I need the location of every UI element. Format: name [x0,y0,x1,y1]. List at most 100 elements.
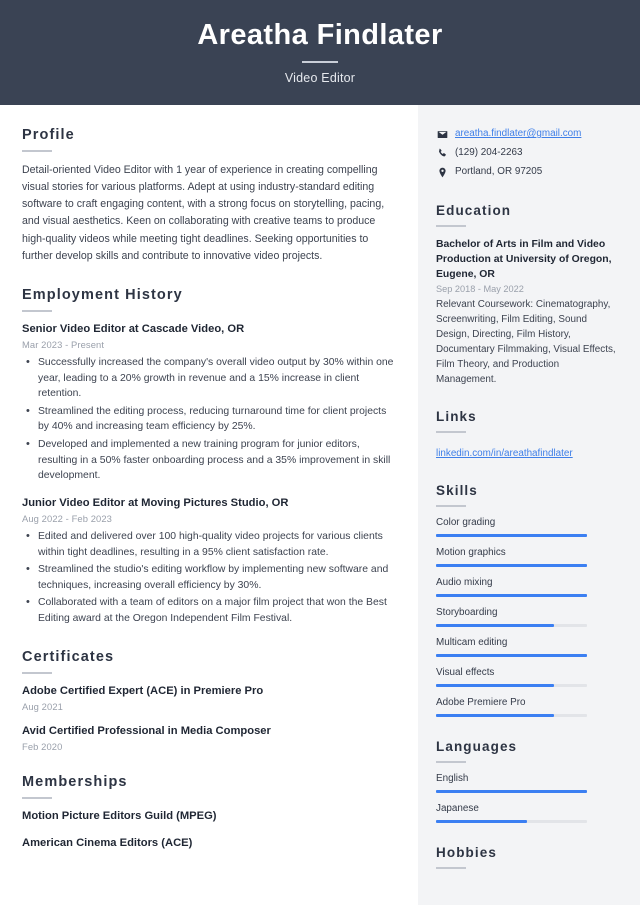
coursework-text: Relevant Coursework: Cinematography, Scr… [436,298,616,386]
skill-bar-fill [436,624,554,628]
certificate-date: Aug 2021 [22,700,63,712]
section-links: Links linkedin.com/in/areathafindlater [436,409,620,461]
language-bar-fill [436,790,587,794]
skill-item: Motion graphics [436,547,620,568]
certificate-entry: Avid Certified Professional in Media Com… [22,724,396,752]
section-heading-skills: Skills [436,483,478,499]
skill-label: Adobe Premiere Pro [436,697,526,709]
section-rule [22,671,52,674]
section-employment-history: Employment History Senior Video Editor a… [22,287,396,627]
skill-item: Multicam editing [436,637,620,658]
resume-page: Areatha Findlater Video Editor Profile D… [0,0,640,905]
skill-item: Audio mixing [436,577,620,598]
envelope-icon [436,127,448,140]
skill-bar-fill [436,654,587,658]
profile-text: Detail-oriented Video Editor with 1 year… [22,164,385,262]
sidebar-column: areatha.findlater@gmail.com (129) 204-22… [418,105,640,905]
certificate-title: Adobe Certified Expert (ACE) in Premiere… [22,684,264,697]
section-heading-profile: Profile [22,127,75,143]
job-title: Senior Video Editor at Cascade Video, OR [22,322,245,335]
section-memberships: Memberships Motion Picture Editors Guild… [22,774,396,851]
employment-entry: Junior Video Editor at Moving Pictures S… [22,496,396,627]
skill-item: Adobe Premiere Pro [436,697,620,718]
email-link[interactable]: areatha.findlater@gmail.com [455,127,581,141]
section-rule [436,224,466,227]
membership-entry: American Cinema Editors (ACE) [22,836,396,851]
skill-item: Visual effects [436,667,620,688]
section-hobbies: Hobbies [436,845,620,870]
job-bullet: Edited and delivered over 100 high-quali… [22,528,396,560]
language-bar-fill [436,820,527,824]
section-rule [436,867,466,870]
section-skills: Skills Color grading Motion graphics Aud… [436,483,620,718]
section-heading-certificates: Certificates [22,648,115,665]
section-heading-education: Education [436,202,512,218]
section-rule [22,150,52,152]
section-languages: Languages English Japanese [436,739,620,824]
language-label: English [436,773,469,785]
language-bar-track [436,790,587,794]
job-bullet: Developed and implemented a new training… [22,436,396,484]
skill-bar-fill [436,714,554,718]
resume-body: Profile Detail-oriented Video Editor wit… [0,105,640,905]
job-bullet-list: Edited and delivered over 100 high-quali… [22,528,396,627]
skill-label: Storyboarding [436,607,498,619]
degree-title: Bachelor of Arts in Film and Video Produ… [436,238,612,280]
language-item: English [436,773,620,794]
candidate-name: Areatha Findlater [197,19,443,52]
linkedin-link[interactable]: linkedin.com/in/areathafindlater [436,447,573,461]
skill-bar-track [436,654,587,658]
skill-bar-track [436,714,587,718]
skill-label: Multicam editing [436,637,508,649]
membership-title: Motion Picture Editors Guild (MPEG) [22,809,217,822]
language-bar-track [436,820,587,824]
skill-bar-track [436,564,587,568]
contact-row-phone: (129) 204-2263 [436,146,620,160]
job-bullet-list: Successfully increased the company's ove… [22,354,396,484]
degree-date: Sep 2018 - May 2022 [436,283,524,294]
section-heading-languages: Languages [436,739,518,755]
language-label: Japanese [436,803,479,815]
section-heading-memberships: Memberships [22,773,128,790]
contact-row-email: areatha.findlater@gmail.com [436,127,620,141]
section-heading-hobbies: Hobbies [436,845,497,861]
skill-label: Motion graphics [436,547,506,559]
main-column: Profile Detail-oriented Video Editor wit… [0,105,418,905]
language-item: Japanese [436,803,620,824]
section-heading-employment: Employment History [22,286,183,303]
section-certificates: Certificates Adobe Certified Expert (ACE… [22,649,396,752]
certificate-date: Feb 2020 [22,740,63,752]
phone-number: (129) 204-2263 [455,146,523,158]
candidate-job-title: Video Editor [284,70,356,85]
skill-bar-fill [436,534,587,538]
membership-title: American Cinema Editors (ACE) [22,837,193,850]
job-bullet: Streamlined the editing process, reducin… [22,403,396,435]
skill-label: Audio mixing [436,577,493,589]
contact-details: areatha.findlater@gmail.com (129) 204-22… [436,127,620,179]
skill-label: Color grading [436,517,496,529]
job-bullet: Successfully increased the company's ove… [22,354,396,402]
job-date: Mar 2023 - Present [22,339,105,351]
location-pin-icon [436,165,448,178]
job-date: Aug 2022 - Feb 2023 [22,513,112,525]
location-text: Portland, OR 97205 [455,165,543,177]
header-divider [302,61,338,63]
section-education: Education Bachelor of Arts in Film and V… [436,203,620,388]
certificate-title: Avid Certified Professional in Media Com… [22,724,271,737]
employment-entry: Senior Video Editor at Cascade Video, OR… [22,322,396,484]
skill-label: Visual effects [436,667,495,679]
skill-bar-fill [436,684,554,688]
section-rule [436,431,466,434]
job-title: Junior Video Editor at Moving Pictures S… [22,496,289,509]
section-profile: Profile Detail-oriented Video Editor wit… [22,127,396,265]
section-rule [22,796,52,799]
phone-icon [436,146,448,159]
certificate-entry: Adobe Certified Expert (ACE) in Premiere… [22,684,396,712]
job-bullet: Streamlined the studio's editing workflo… [22,561,396,593]
skill-bar-track [436,594,587,598]
section-rule [436,505,466,508]
skill-bar-fill [436,594,587,598]
skill-item: Color grading [436,517,620,538]
contact-row-location: Portland, OR 97205 [436,165,620,179]
skill-bar-fill [436,564,587,568]
